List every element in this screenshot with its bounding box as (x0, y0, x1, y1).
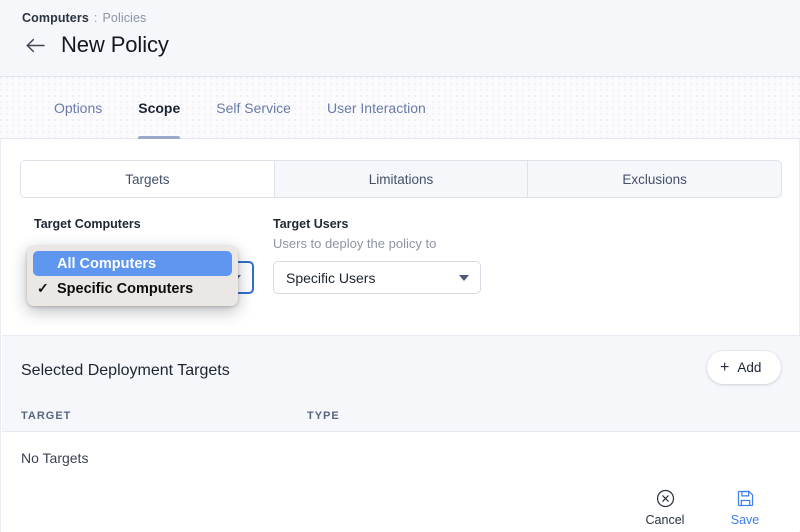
scope-segmented-control: Targets Limitations Exclusions (20, 160, 782, 198)
policy-editor-page: Computers: Policies New Policy Options Sc… (0, 0, 800, 532)
column-header-target: TARGET (21, 410, 71, 422)
breadcrumb: Computers: Policies (22, 11, 146, 25)
title-row: New Policy (22, 32, 169, 58)
target-users-label: Target Users (273, 217, 481, 231)
panel-title: Selected Deployment Targets (21, 362, 230, 380)
arrow-left-icon[interactable] (22, 32, 48, 58)
dropdown-option-specific-computers[interactable]: ✓ Specific Computers (33, 276, 232, 301)
target-users-value: Specific Users (286, 270, 375, 286)
dropdown-option-label: All Computers (57, 256, 156, 272)
main-tab-bar: Options Scope Self Service User Interact… (0, 77, 800, 139)
add-button-label: Add (737, 360, 761, 375)
target-users-select[interactable]: Specific Users (273, 261, 481, 294)
action-footer: Cancel Save (2, 484, 800, 531)
save-label: Save (731, 513, 760, 527)
page-body: Targets Limitations Exclusions Target Co… (0, 139, 800, 532)
segment-targets[interactable]: Targets (21, 161, 275, 197)
cancel-button[interactable]: Cancel (639, 489, 691, 527)
target-computers-dropdown-menu[interactable]: All Computers ✓ Specific Computers (27, 246, 238, 306)
breadcrumb-leaf[interactable]: Policies (102, 11, 146, 25)
save-button[interactable]: Save (719, 489, 771, 527)
dropdown-option-all-computers[interactable]: All Computers (33, 251, 232, 276)
page-title: New Policy (61, 32, 169, 58)
empty-state-message: No Targets (21, 450, 88, 466)
checkmark-icon: ✓ (37, 280, 57, 297)
tab-self-service[interactable]: Self Service (198, 77, 309, 139)
target-users-field: Target Users Users to deploy the policy … (273, 217, 481, 294)
tab-options[interactable]: Options (36, 77, 120, 139)
segment-limitations[interactable]: Limitations (275, 161, 529, 197)
cancel-label: Cancel (646, 513, 685, 527)
floppy-disk-icon (736, 489, 755, 509)
chevron-down-icon (459, 275, 469, 281)
add-target-button[interactable]: + Add (707, 351, 781, 384)
page-header: Computers: Policies New Policy (0, 0, 800, 77)
tab-scope[interactable]: Scope (120, 77, 198, 139)
plus-icon: + (720, 360, 729, 376)
selected-deployment-targets-panel: Selected Deployment Targets + Add TARGET… (2, 335, 800, 432)
table-column-headers: TARGET TYPE (2, 406, 800, 433)
column-header-type: TYPE (307, 410, 340, 422)
target-users-help: Users to deploy the policy to (273, 236, 481, 253)
breadcrumb-separator: : (94, 11, 98, 25)
circle-x-icon (656, 489, 675, 509)
breadcrumb-root[interactable]: Computers (22, 11, 89, 25)
dropdown-option-label: Specific Computers (57, 281, 193, 297)
target-computers-label: Target Computers (34, 217, 254, 231)
tab-user-interaction[interactable]: User Interaction (309, 77, 444, 139)
empty-state-row: No Targets (2, 432, 800, 484)
segment-exclusions[interactable]: Exclusions (528, 161, 781, 197)
